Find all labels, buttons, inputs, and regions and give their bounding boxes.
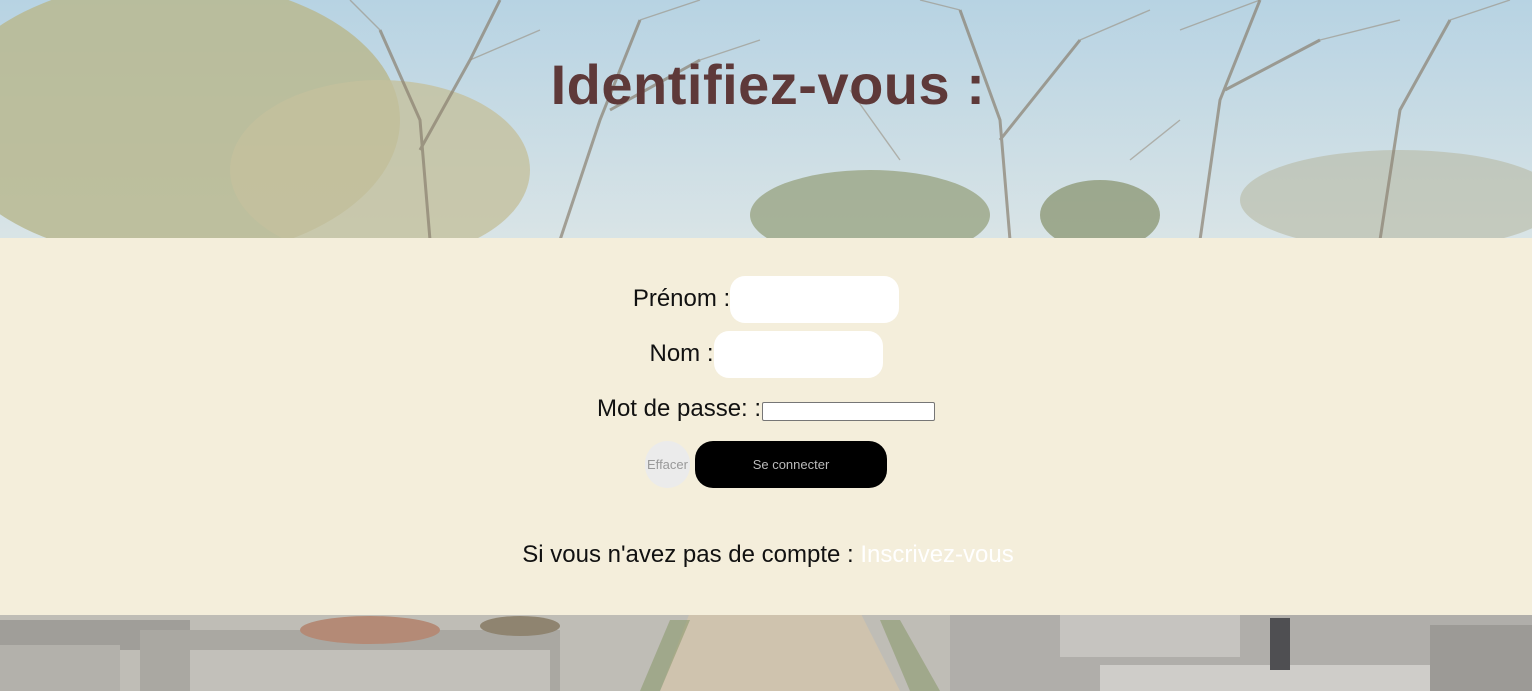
last-name-row: Nom : bbox=[0, 330, 1532, 378]
last-name-input[interactable] bbox=[713, 330, 883, 378]
password-input[interactable] bbox=[762, 401, 936, 421]
page-title: Identifiez-vous : bbox=[550, 53, 986, 116]
first-name-label: Prénom : bbox=[632, 285, 731, 312]
password-row: Mot de passe: : bbox=[0, 385, 1532, 433]
first-name-input[interactable] bbox=[730, 275, 900, 323]
signup-text: Si vous n'avez pas de compte : bbox=[522, 541, 861, 568]
first-name-row: Prénom : bbox=[0, 275, 1532, 323]
password-label: Mot de passe: : bbox=[596, 395, 762, 422]
signup-link[interactable]: Inscrivez-vous bbox=[860, 541, 1013, 568]
last-name-label: Nom : bbox=[649, 340, 714, 367]
signup-prompt: Si vous n'avez pas de compte : Inscrivez… bbox=[0, 541, 1532, 569]
button-row: Effacer Se connecter bbox=[0, 440, 1532, 488]
clear-button[interactable]: Effacer bbox=[645, 440, 690, 488]
login-button[interactable]: Se connecter bbox=[695, 440, 887, 488]
